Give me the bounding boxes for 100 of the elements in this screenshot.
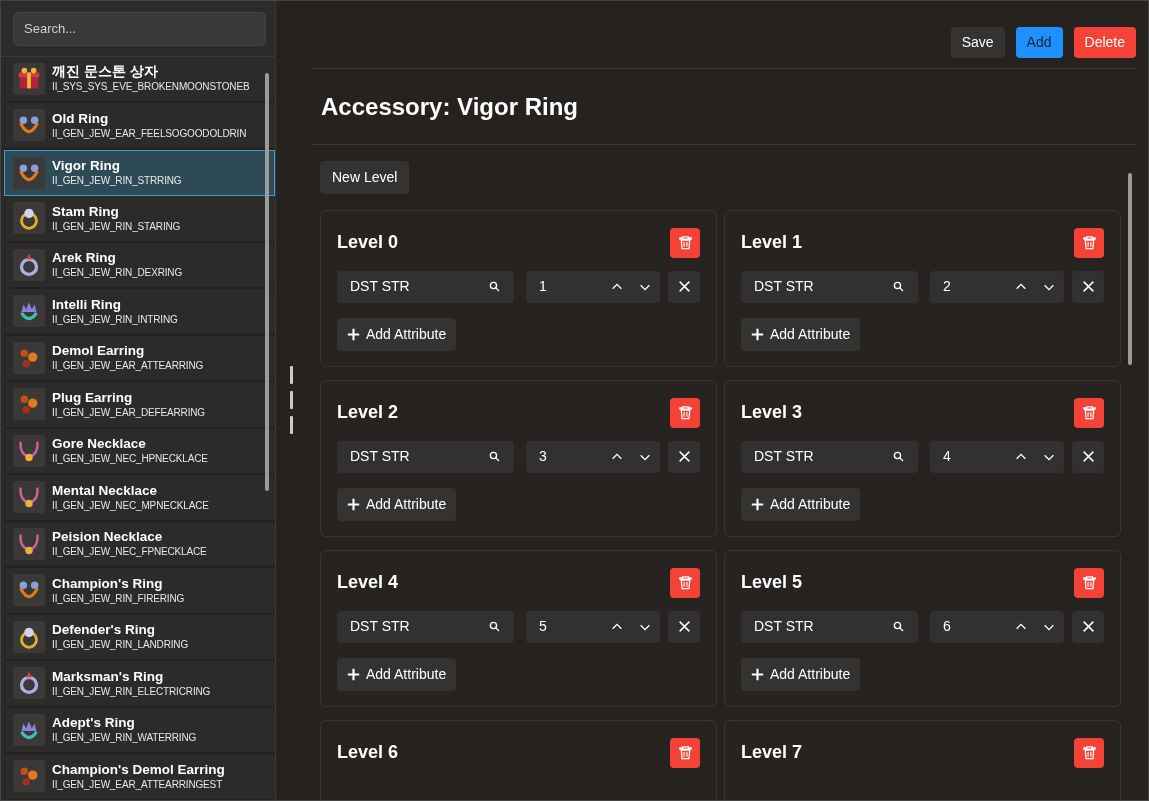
item-name: Champion's Demol Earring (52, 761, 225, 778)
attribute-field[interactable]: DST STR (337, 270, 514, 303)
sidebar-item[interactable]: Marksman's Ring II_GEN_JEW_RIN_ELECTRICRING (4, 661, 275, 708)
attribute-field[interactable]: DST STR (337, 440, 514, 473)
item-name: Stam Ring (52, 203, 120, 220)
remove-attribute-button[interactable] (1072, 440, 1104, 473)
attribute-field[interactable]: DST STR (741, 440, 918, 473)
sidebar-item[interactable]: Defender's Ring II_GEN_JEW_RIN_LANDRING (4, 614, 275, 661)
item-code: II_GEN_JEW_RIN_STARING (52, 219, 181, 233)
level-title: Level 5 (741, 571, 803, 595)
delete-level-button[interactable] (670, 737, 700, 768)
trash-icon (1081, 235, 1097, 251)
plus-icon (347, 667, 360, 681)
level-title: Level 6 (337, 741, 399, 765)
number-field[interactable]: 5 (526, 610, 660, 643)
close-icon (1081, 450, 1095, 464)
item-code: II_GEN_JEW_RIN_INTRING (52, 312, 178, 326)
splitter-handle[interactable] (290, 391, 293, 409)
delete-level-button[interactable] (670, 397, 700, 428)
item-code: II_GEN_JEW_EAR_FEELSOGOODOLDRIN (52, 126, 247, 140)
delete-level-button[interactable] (670, 567, 700, 598)
trash-icon (677, 575, 693, 591)
trash-icon (1081, 745, 1097, 761)
remove-attribute-button[interactable] (668, 610, 700, 643)
trash-icon (1081, 405, 1097, 421)
add-attribute-button[interactable]: Add Attribute (337, 657, 457, 691)
close-icon (1081, 280, 1095, 294)
number-field[interactable]: 3 (526, 440, 660, 473)
save-button[interactable]: Save (950, 27, 1005, 58)
trash-icon (677, 235, 693, 251)
item-code: II_GEN_JEW_NEC_MPNECKLACE (52, 498, 209, 512)
remove-attribute-button[interactable] (668, 440, 700, 473)
number-field[interactable]: 4 (930, 440, 1064, 473)
item-name: Vigor Ring (52, 158, 121, 175)
item-name: 깨진 문스톤 상자 (52, 64, 159, 81)
level-title: Level 4 (337, 571, 399, 595)
remove-attribute-button[interactable] (1072, 610, 1104, 643)
attribute-field[interactable]: DST STR (741, 610, 918, 643)
new-level-button[interactable]: New Level (320, 160, 410, 194)
number-field[interactable]: 2 (930, 270, 1064, 303)
add-attribute-button[interactable]: Add Attribute (741, 487, 861, 521)
sidebar-item[interactable]: Mental Necklace II_GEN_JEW_NEC_MPNECKLACE (4, 475, 275, 522)
search-icon (893, 281, 904, 293)
attribute-field[interactable]: DST STR (337, 610, 514, 643)
search-icon (489, 451, 500, 463)
delete-level-button[interactable] (670, 227, 700, 258)
scrollbar-thumb[interactable] (265, 73, 269, 491)
trash-icon (677, 405, 693, 421)
remove-attribute-button[interactable] (1072, 270, 1104, 303)
search-field[interactable]: Search... (13, 12, 266, 46)
sidebar-item[interactable]: Champion's Demol Earring II_GEN_JEW_EAR_ATTEARRINGEST (4, 754, 275, 800)
item-name: Marksman's Ring (52, 668, 165, 685)
number-field[interactable]: 1 (526, 270, 660, 303)
item-code: II_GEN_JEW_NEC_FPNECKLACE (52, 545, 207, 559)
plus-icon (751, 327, 764, 341)
item-name: Peision Necklace (52, 529, 164, 546)
item-name: Champion's Ring (52, 575, 164, 592)
item-code: II_GEN_JEW_RIN_DEXRING (52, 266, 183, 280)
item-code: II_GEN_JEW_NEC_HPNECKLACE (52, 452, 208, 466)
page-title: Accessory: Vigor Ring (311, 69, 1136, 145)
item-code: II_GEN_JEW_RIN_LANDRING (52, 638, 189, 652)
plus-icon (347, 327, 360, 341)
add-button[interactable]: Add (1015, 27, 1063, 58)
sidebar-item[interactable]: Champion's Ring II_GEN_JEW_RIN_FIRERING (4, 568, 275, 615)
delete-level-button[interactable] (1074, 227, 1104, 258)
search-icon (893, 621, 904, 633)
item-code: II_GEN_JEW_EAR_DEFEARRING (52, 405, 205, 419)
attribute-field[interactable]: DST STR (741, 270, 918, 303)
item-name: Adept's Ring (52, 715, 136, 732)
item-code: II_SYS_SYS_EVE_BROKENMOONSTONEB (52, 80, 250, 94)
sidebar-item[interactable]: Peision Necklace II_GEN_JEW_NEC_FPNECKLACE (4, 521, 275, 568)
splitter-handle[interactable] (290, 416, 293, 434)
add-attribute-button[interactable]: Add Attribute (741, 657, 861, 691)
item-name: Gore Necklace (52, 436, 147, 453)
search-icon (893, 451, 904, 463)
item-code: II_GEN_JEW_RIN_FIRERING (52, 591, 185, 605)
item-name: Intelli Ring (52, 296, 122, 313)
add-attribute-button[interactable]: Add Attribute (741, 317, 861, 351)
delete-level-button[interactable] (1074, 737, 1104, 768)
scrollbar-thumb[interactable] (1128, 173, 1132, 365)
sidebar-item[interactable]: Vigor Ring II_GEN_JEW_RIN_STRRING (4, 149, 275, 196)
search-icon (489, 621, 500, 633)
delete-level-button[interactable] (1074, 397, 1104, 428)
level-title: Level 2 (337, 401, 399, 425)
search-icon (489, 281, 500, 293)
item-name: Arek Ring (52, 250, 117, 267)
delete-level-button[interactable] (1074, 567, 1104, 598)
sidebar-item[interactable]: Adept's Ring II_GEN_JEW_RIN_WATERRING (4, 707, 275, 754)
add-attribute-button[interactable]: Add Attribute (337, 317, 457, 351)
item-name: Plug Earring (52, 389, 134, 406)
sidebar-item[interactable]: 깨진 문스톤 상자 II_SYS_SYS_EVE_BROKENMOONSTONEB (4, 56, 275, 103)
delete-button[interactable]: Delete (1073, 27, 1136, 58)
number-field[interactable]: 6 (930, 610, 1064, 643)
splitter-handle[interactable] (290, 366, 293, 384)
add-attribute-button[interactable]: Add Attribute (337, 487, 457, 521)
item-code: II_GEN_JEW_RIN_WATERRING (52, 731, 197, 745)
remove-attribute-button[interactable] (668, 270, 700, 303)
level-title: Level 7 (741, 741, 803, 765)
close-icon (677, 620, 691, 634)
item-code: II_GEN_JEW_RIN_ELECTRICRING (52, 684, 211, 698)
